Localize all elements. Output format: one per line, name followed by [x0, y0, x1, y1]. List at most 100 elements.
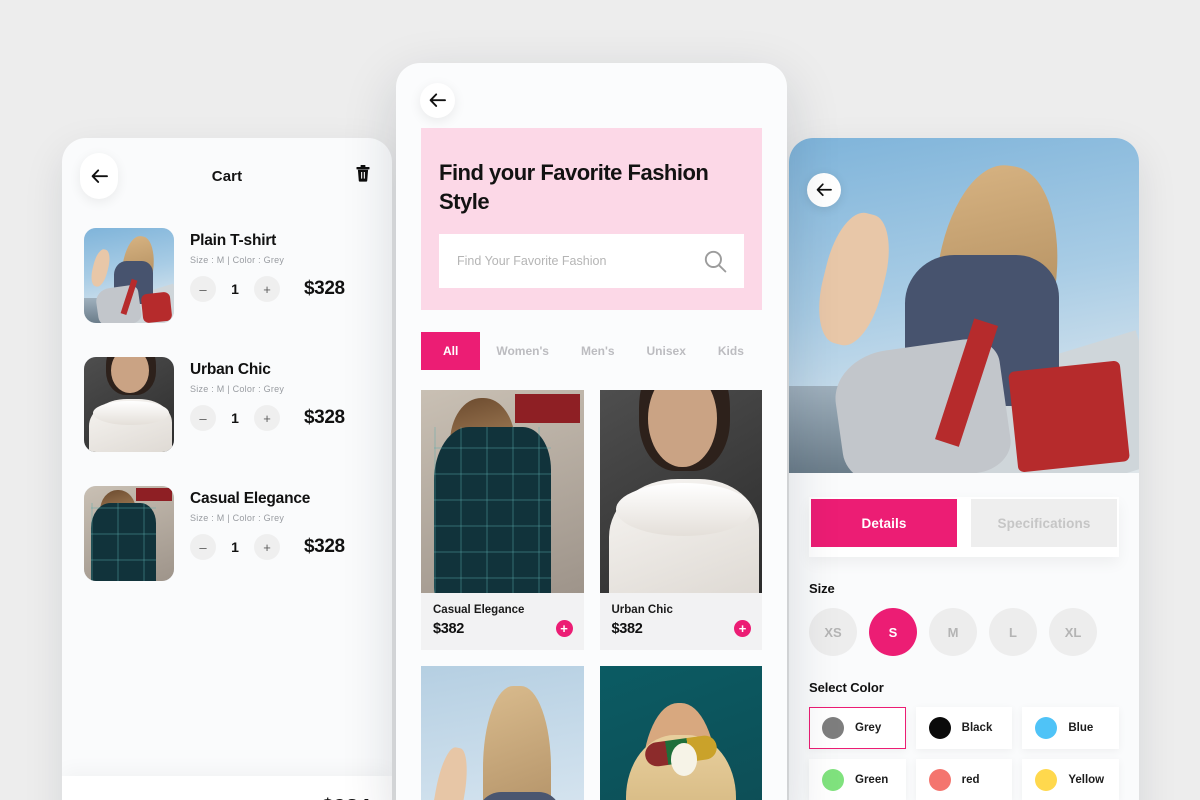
size-option-xl[interactable]: XL — [1049, 608, 1097, 656]
cart-item-name: Urban Chic — [190, 361, 271, 378]
cart-item-meta: Size : M | Color : Grey — [190, 255, 285, 265]
color-swatch-icon — [928, 769, 951, 791]
showcase-stage: Cart Plain T-shirt Size: M | Color: Gr… — [0, 0, 1200, 800]
hero-title: Find your Favorite Fashion Style — [439, 160, 709, 215]
cart-item-controls: – 1 + $328 — [190, 405, 370, 431]
cart-item-name: Plain T-shirt — [190, 232, 277, 249]
quantity-decrement-button[interactable]: – — [190, 534, 216, 560]
cart-item-thumbnail — [84, 486, 174, 581]
color-label: Green — [855, 774, 889, 786]
product-card-name: Casual Elegance — [433, 604, 525, 617]
detail-back-button[interactable] — [807, 173, 841, 207]
cart-total-bar: Total (3pcs) $984 — [62, 776, 392, 800]
size-section-title: Size — [809, 581, 835, 596]
product-card-name: Urban Chic — [611, 604, 673, 617]
search-input[interactable] — [457, 254, 695, 269]
quantity-increment-button[interactable]: + — [254, 405, 280, 431]
cart-item-thumbnail — [84, 357, 174, 452]
cart-delete-button[interactable] — [356, 165, 370, 187]
cart-header: Cart — [62, 138, 392, 214]
color-option-blue[interactable]: Blue — [1022, 707, 1119, 749]
product-photo-urban-chic — [84, 357, 174, 452]
size-option-m[interactable]: M — [929, 608, 977, 656]
color-section-title: Select Color — [809, 680, 884, 695]
color-option-green[interactable]: Green — [809, 759, 906, 800]
product-card-body: Urban Chic $382 + — [600, 593, 763, 650]
category-tab-bar: All Women's Men's Unisex Kids — [421, 332, 762, 371]
color-label: Grey — [855, 722, 882, 734]
category-tab-mens[interactable]: Men's — [565, 332, 631, 370]
product-photo-sky-portrait — [421, 666, 584, 800]
product-photo-casual-elegance — [84, 486, 174, 581]
product-card-price: $382 — [433, 621, 465, 638]
arrow-left-icon — [429, 93, 446, 107]
product-photo-urban-chic — [599, 390, 762, 594]
color-option-red[interactable]: red — [915, 759, 1013, 800]
color-swatch-icon — [928, 717, 951, 739]
product-card-image — [421, 390, 584, 594]
cart-item-price: $328 — [304, 536, 345, 557]
cart-item-meta: Size : M | Color : Grey — [190, 384, 285, 394]
product-card[interactable]: Casual Elegance $382 + — [421, 390, 584, 651]
color-swatch-icon — [1035, 769, 1058, 791]
color-label: Yellow — [1068, 774, 1105, 786]
size-selector: XS S M L XL — [809, 608, 1119, 656]
size-option-s[interactable]: S — [869, 608, 917, 656]
search-icon[interactable] — [703, 249, 728, 274]
category-tab-kids[interactable]: Kids — [702, 332, 760, 370]
search-screen: Find your Favorite Fashion Style All Wom… — [396, 63, 787, 800]
color-label: Blue — [1068, 722, 1094, 734]
quantity-decrement-button[interactable]: – — [190, 276, 216, 302]
cart-item-info: Plain T-shirt Size : M | Color : Grey – … — [190, 228, 370, 323]
cart-item-controls: – 1 + $328 — [190, 534, 370, 560]
category-tab-unisex[interactable]: Unisex — [631, 332, 702, 370]
quantity-decrement-button[interactable]: – — [190, 405, 216, 431]
cart-back-button[interactable] — [80, 153, 118, 199]
product-card-image — [421, 666, 584, 800]
cart-item-controls: – 1 + $328 — [190, 276, 370, 302]
quantity-increment-button[interactable]: + — [254, 534, 280, 560]
product-card-image — [599, 666, 762, 800]
product-hero-image — [789, 138, 1139, 473]
quantity-value: 1 — [231, 539, 239, 555]
product-photo-hero — [789, 138, 1139, 473]
cart-item-row[interactable]: Plain T-shirt Size : M | Color : Grey – … — [84, 228, 370, 323]
category-tab-all[interactable]: All — [421, 332, 481, 371]
color-option-yellow[interactable]: Yellow — [1022, 759, 1119, 800]
size-option-xs[interactable]: XS — [809, 608, 857, 656]
product-card[interactable]: Urban Chic $382 + — [599, 390, 763, 651]
search-hero-banner: Find your Favorite Fashion Style — [421, 128, 762, 311]
size-option-l[interactable]: L — [989, 608, 1037, 656]
cart-item-row[interactable]: Casual Elegance Size : M | Color : Grey … — [84, 486, 370, 581]
product-photo-plain-tshirt — [84, 228, 174, 323]
product-card-body: Casual Elegance $382 + — [421, 593, 584, 650]
tab-specifications[interactable]: Specifications — [971, 499, 1117, 547]
cart-screen: Cart Plain T-shirt Size: M | Color: Gr… — [62, 138, 392, 800]
color-label: Black — [961, 722, 993, 734]
product-card[interactable]: + — [599, 666, 762, 800]
search-header — [396, 63, 787, 128]
product-detail-screen: Details Specifications Size XS S M L XL … — [789, 138, 1139, 800]
search-back-button[interactable] — [420, 83, 455, 118]
category-tab-womens[interactable]: Women's — [480, 332, 565, 370]
arrow-left-icon — [91, 168, 108, 183]
color-swatch-icon — [822, 717, 844, 739]
cart-item-price: $328 — [304, 278, 345, 299]
add-to-cart-button[interactable]: + — [555, 620, 573, 638]
add-to-cart-button[interactable]: + — [734, 620, 751, 638]
product-card[interactable]: + — [421, 666, 584, 800]
color-selector: Grey Black Blue Green red Yellow — [809, 707, 1119, 800]
color-option-black[interactable]: Black — [915, 707, 1013, 749]
cart-item-name: Casual Elegance — [190, 490, 311, 507]
search-bar[interactable] — [439, 234, 744, 289]
quantity-increment-button[interactable]: + — [254, 276, 280, 302]
quantity-value: 1 — [231, 281, 239, 297]
cart-total-amount: $984 — [321, 794, 370, 800]
color-swatch-icon — [822, 769, 844, 791]
tab-details[interactable]: Details — [811, 499, 957, 547]
detail-tab-bar: Details Specifications — [809, 497, 1119, 557]
product-photo-casual-elegance — [421, 390, 584, 594]
cart-item-row[interactable]: Urban Chic Size : M | Color : Grey – 1 +… — [84, 357, 370, 452]
color-option-grey[interactable]: Grey — [809, 707, 906, 749]
product-card-image — [599, 390, 762, 594]
